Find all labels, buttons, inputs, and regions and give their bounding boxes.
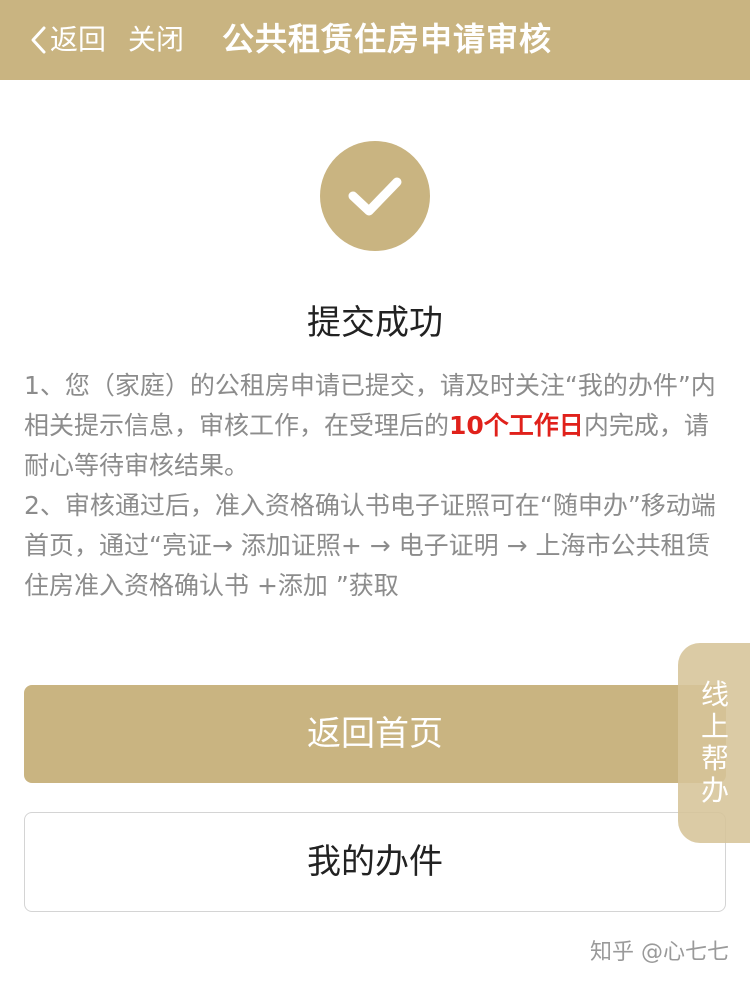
success-title: 提交成功 [307,303,443,343]
notice-item-2: 2、审核通过后，准入资格确认书电子证照可在“随申办”移动端首页，通过“亮证→ 添… [24,491,716,600]
online-help-tab[interactable]: 线上帮办 [678,643,750,843]
success-checkmark-icon [320,141,430,251]
chevron-left-icon [31,26,46,54]
top-nav-bar: 返回 关闭 公共租赁住房申请审核 [0,0,750,80]
notice-text: 1、您（家庭）的公租房申请已提交，请及时关注“我的办件”内相关提示信息，审核工作… [24,366,726,606]
back-label: 返回 [50,23,107,56]
online-help-label: 线上帮办 [700,678,729,807]
my-items-button[interactable]: 我的办件 [24,812,726,912]
notice-item-1: 1、您（家庭）的公租房申请已提交，请及时关注“我的办件”内相关提示信息，审核工作… [24,366,726,486]
watermark: 知乎 @心七七 [590,940,729,965]
close-label: 关闭 [128,23,185,56]
deadline-highlight: 10个工作日 [449,411,584,440]
page-title: 公共租赁住房申请审核 [222,20,553,58]
return-home-button[interactable]: 返回首页 [24,685,726,783]
close-button[interactable]: 关闭 [128,18,184,62]
checkmark-icon [348,177,402,216]
back-button[interactable]: 返回 [28,18,106,62]
